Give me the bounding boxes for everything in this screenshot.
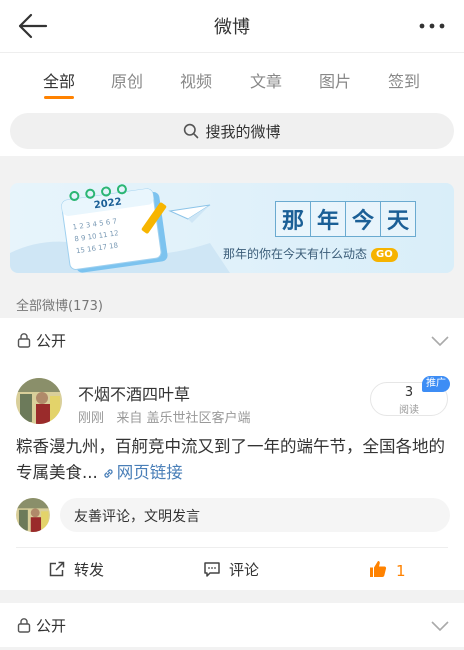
lock-icon bbox=[16, 617, 36, 635]
calendar-illustration-icon: 2022 1 2 3 4 5 6 7 8 9 10 11 12 15 16 17… bbox=[10, 184, 230, 273]
tab-checkin[interactable]: 签到 bbox=[374, 68, 434, 92]
like-button[interactable]: 1 bbox=[368, 559, 406, 580]
tab-image[interactable]: 图片 bbox=[305, 68, 365, 92]
share-icon bbox=[48, 561, 74, 579]
visibility-label: 公开 bbox=[36, 332, 67, 350]
on-this-day-banner[interactable]: 2022 1 2 3 4 5 6 7 8 9 10 11 12 15 16 17… bbox=[10, 183, 454, 273]
web-link[interactable]: 网页链接 bbox=[98, 463, 183, 482]
banner-title: 那 年 今 天 bbox=[275, 201, 416, 237]
active-tab-indicator bbox=[44, 96, 74, 99]
link-icon bbox=[98, 463, 117, 482]
avatar[interactable] bbox=[16, 378, 62, 424]
author-name[interactable]: 不烟不酒四叶草 bbox=[78, 381, 190, 405]
visibility-label: 公开 bbox=[36, 617, 67, 635]
comment-input[interactable]: 友善评论，文明发言 bbox=[60, 498, 450, 532]
tab-all[interactable]: 全部 bbox=[29, 68, 89, 92]
thumbs-up-icon bbox=[368, 561, 396, 580]
chevron-down-icon[interactable] bbox=[430, 617, 450, 636]
top-bar: 微博 bbox=[0, 0, 464, 52]
like-count: 1 bbox=[396, 562, 406, 580]
post-count-label: 全部微博(173) bbox=[16, 299, 103, 314]
more-options-icon[interactable] bbox=[414, 12, 450, 40]
my-avatar bbox=[16, 498, 50, 532]
post-text: 粽香漫九州，百舸竞中流又到了一年的端午节，全国各地的专属美食... 网页链接 bbox=[16, 437, 445, 482]
tab-original[interactable]: 原创 bbox=[97, 68, 157, 92]
promo-badge[interactable]: 推广 bbox=[422, 376, 450, 392]
comment-placeholder: 友善评论，文明发言 bbox=[74, 509, 200, 525]
search-section: 搜我的微博 bbox=[0, 104, 464, 156]
post-time: 刚刚 bbox=[78, 411, 105, 426]
search-icon bbox=[183, 123, 205, 141]
post-source: 来自 盖乐世社区客户端 bbox=[116, 411, 251, 426]
comment-button[interactable]: 评论 bbox=[203, 559, 259, 580]
tab-article[interactable]: 文章 bbox=[236, 68, 296, 92]
comment-icon bbox=[203, 561, 229, 579]
search-input[interactable]: 搜我的微博 bbox=[10, 113, 454, 149]
visibility-selector[interactable]: 公开 bbox=[0, 318, 464, 362]
lock-icon bbox=[16, 332, 36, 350]
visibility-selector-2[interactable]: 公开 bbox=[0, 603, 464, 647]
repost-button[interactable]: 转发 bbox=[48, 559, 104, 580]
page-title: 微博 bbox=[214, 17, 250, 38]
tab-video[interactable]: 视频 bbox=[166, 68, 226, 92]
read-label: 阅读 bbox=[399, 405, 419, 416]
post-card: 不烟不酒四叶草 刚刚 来自 盖乐世社区客户端 3 阅读 推广 粽香漫九州，百舸竞… bbox=[0, 362, 464, 590]
chevron-down-icon[interactable] bbox=[430, 332, 450, 351]
divider bbox=[16, 547, 448, 548]
search-placeholder: 搜我的微博 bbox=[205, 123, 281, 141]
go-button[interactable]: GO bbox=[371, 248, 398, 262]
banner-subtitle: 那年的你在今天有什么动态 bbox=[223, 247, 368, 261]
